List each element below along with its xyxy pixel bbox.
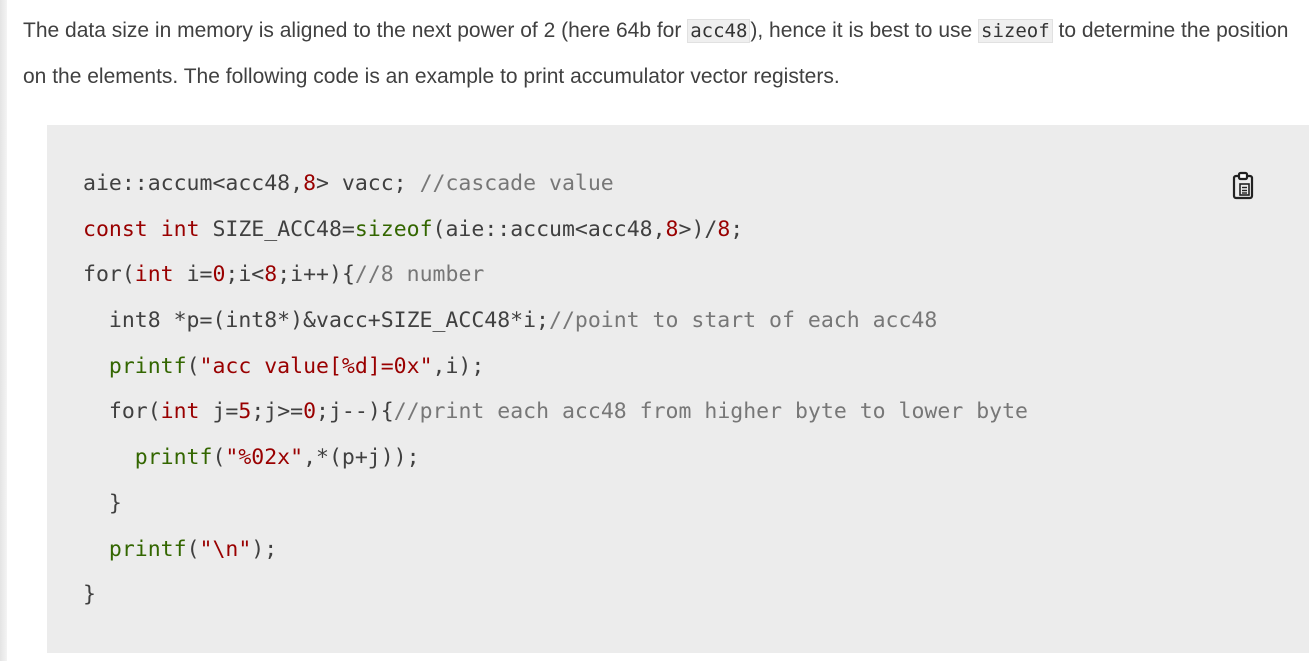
code-token: for( — [83, 399, 161, 425]
code-token: printf — [134, 445, 213, 471]
code-token: //point to start of each acc48 — [549, 308, 938, 334]
code-token: i= — [173, 262, 213, 288]
code-token: 8 — [303, 171, 317, 196]
code-token: j= — [199, 399, 239, 425]
code-line: const int SIZE_ACC48=sizeof(aie::accum<a… — [83, 207, 1028, 253]
code-token: ;j>= — [251, 399, 304, 425]
code-token: int — [160, 399, 200, 425]
code-token: //print each acc48 from higher byte to l… — [393, 399, 1028, 425]
code-token: int8 *p=(int8*)&vacc+SIZE_ACC48*i; — [83, 308, 549, 334]
code-token: >)/ — [678, 216, 718, 242]
code-token: ( — [186, 536, 200, 562]
code-line: } — [83, 572, 1028, 618]
code-token: ); — [251, 536, 278, 562]
code-line: int8 *p=(int8*)&vacc+SIZE_ACC48*i;//poin… — [83, 298, 1028, 344]
code-line: printf("\n"); — [83, 527, 1028, 573]
code-token: ,i); — [432, 353, 485, 379]
code-token: printf — [108, 536, 187, 562]
code-line: printf("%02x",*(p+j)); — [83, 435, 1028, 481]
code-token: for( — [83, 262, 135, 288]
code-token: //8 number — [354, 262, 485, 288]
code-token: 5 — [238, 399, 252, 425]
copy-code-button[interactable] — [1229, 171, 1257, 201]
code-token: 8 — [264, 262, 278, 288]
paragraph-text-2: ), hence it is best to use — [750, 19, 979, 42]
code-token: > vacc; — [316, 171, 420, 196]
code-token: //cascade value — [419, 171, 614, 196]
code-token: int — [160, 216, 200, 242]
code-token: ,*(p+j)); — [303, 445, 420, 471]
code-token: const — [83, 216, 148, 242]
code-token: int — [134, 262, 174, 288]
code-line: } — [83, 481, 1028, 527]
left-border — [0, 0, 7, 661]
code-token: printf — [108, 353, 187, 379]
code-block: aie::accum<acc48,8> vacc; //cascade valu… — [47, 125, 1309, 653]
code-token: "acc value[%d]=0x" — [199, 353, 433, 379]
code-line: aie::accum<acc48,8> vacc; //cascade valu… — [83, 161, 1028, 207]
code-token: ( — [186, 353, 200, 379]
code-listing[interactable]: aie::accum<acc48,8> vacc; //cascade valu… — [83, 161, 1028, 618]
code-token: 0 — [212, 262, 226, 288]
inline-code-sizeof: sizeof — [978, 19, 1053, 43]
code-token: ;i< — [225, 262, 265, 288]
code-token: "%02x" — [225, 445, 304, 471]
code-token: } — [83, 582, 96, 608]
code-token: "\n" — [199, 536, 252, 562]
code-token: ;i++){ — [277, 262, 355, 288]
inline-code-acc48: acc48 — [687, 19, 751, 43]
code-token: 0 — [303, 399, 317, 425]
code-token: sizeof — [354, 216, 433, 242]
code-token: 8 — [665, 216, 679, 242]
code-token: ;j--){ — [316, 399, 394, 425]
code-token: SIZE_ACC48= — [199, 216, 355, 242]
code-line: for(int j=5;j>=0;j--){//print each acc48… — [83, 389, 1028, 435]
description-paragraph: The data size in memory is aligned to th… — [23, 8, 1293, 100]
code-line: printf("acc value[%d]=0x",i); — [83, 344, 1028, 390]
code-token: aie::accum<acc48, — [83, 171, 304, 196]
code-token: ; — [730, 216, 744, 242]
code-token: (aie::accum<acc48, — [432, 216, 666, 242]
code-line: for(int i=0;i<8;i++){//8 number — [83, 252, 1028, 298]
code-token: } — [83, 490, 122, 516]
code-token: 8 — [717, 216, 731, 242]
clipboard-icon — [1232, 171, 1254, 200]
paragraph-text-1: The data size in memory is aligned to th… — [23, 19, 688, 42]
code-token: ( — [212, 445, 226, 471]
